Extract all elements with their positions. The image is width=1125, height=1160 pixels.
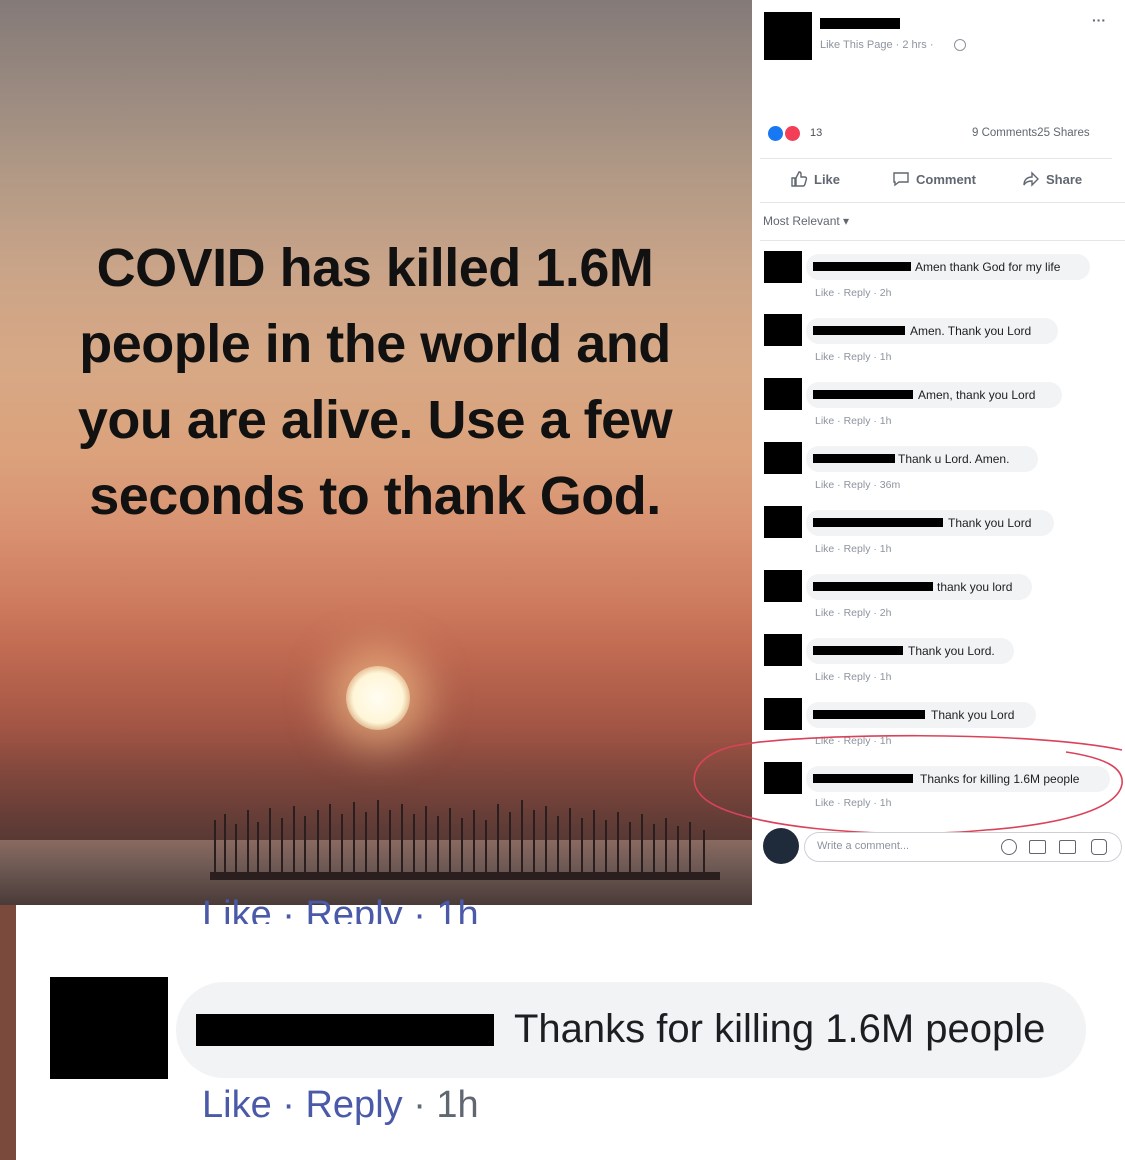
comment-composer[interactable]: Write a comment...	[804, 832, 1122, 862]
commenter-avatar[interactable]	[764, 251, 802, 283]
commenter-avatar[interactable]	[764, 634, 802, 666]
thumbs-up-icon	[791, 171, 808, 187]
more-options-button[interactable]: ···	[1092, 12, 1106, 28]
share-label: Share	[1046, 171, 1083, 187]
love-reaction-icon	[784, 125, 801, 142]
comment-text: Thank you Lord	[948, 516, 1032, 530]
zoomed-commenter-name-redacted	[196, 1014, 494, 1046]
sticker-icon[interactable]	[1091, 839, 1107, 855]
comment-actions[interactable]: Like · Reply · 1h	[815, 671, 891, 683]
gif-icon[interactable]	[1059, 840, 1076, 854]
commenter-name-redacted	[813, 646, 903, 655]
zoomed-prev-comment-actions[interactable]: Like · Reply · 1h	[202, 894, 479, 924]
comment-text: Thank you Lord	[931, 708, 1015, 722]
zoomed-like-reply-links[interactable]: Like · Reply	[202, 1084, 403, 1126]
pier-silhouette	[210, 800, 720, 880]
comment-text: Amen, thank you Lord	[918, 388, 1036, 402]
comment-text: Thank u Lord. Amen.	[898, 452, 1010, 466]
commenter-name-redacted	[813, 582, 933, 591]
composer-placeholder: Write a comment...	[817, 840, 910, 852]
comment-actions[interactable]: Like · Reply · 1h	[815, 415, 891, 427]
globe-icon	[954, 39, 966, 51]
commenter-avatar[interactable]	[764, 698, 802, 730]
highlight-circle	[693, 734, 1123, 835]
comment-actions[interactable]: Like · Reply · 1h	[815, 543, 891, 555]
divider-sort	[760, 240, 1125, 241]
like-reaction-icon	[767, 125, 784, 142]
page-name-redacted	[820, 18, 900, 29]
divider-top	[760, 158, 1112, 159]
commenter-avatar[interactable]	[764, 506, 802, 538]
comment-text: Thank you Lord.	[908, 644, 995, 658]
like-button[interactable]: Like	[790, 170, 840, 188]
comment-bubble-icon	[893, 172, 909, 187]
commenter-avatar[interactable]	[764, 442, 802, 474]
comment-button[interactable]: Comment	[892, 170, 976, 188]
like-label: Like	[814, 171, 841, 187]
user-avatar[interactable]	[763, 828, 799, 864]
divider-actions	[760, 202, 1125, 203]
zoomed-comment-actions[interactable]: Like · Reply · 1h	[202, 1084, 479, 1127]
sun	[346, 666, 410, 730]
share-button[interactable]: Share	[1022, 170, 1082, 188]
post-meta: Like This Page · 2 hrs ·	[820, 39, 934, 51]
commenter-name-redacted	[813, 262, 911, 271]
share-arrow-icon	[1023, 171, 1039, 187]
commenter-name-redacted	[813, 326, 905, 335]
page-avatar[interactable]	[764, 12, 812, 60]
zoomed-comment-text: Thanks for killing 1.6M people	[514, 1007, 1046, 1051]
commenter-avatar[interactable]	[764, 570, 802, 602]
commenter-avatar[interactable]	[764, 378, 802, 410]
camera-icon[interactable]	[1029, 840, 1046, 854]
comment-actions[interactable]: Like · Reply · 2h	[815, 607, 891, 619]
comment-text: thank you lord	[937, 580, 1013, 594]
comment-text: Amen thank God for my life	[915, 260, 1061, 274]
comment-actions[interactable]: Like · Reply · 36m	[815, 479, 900, 491]
post-image: COVID has killed 1.6M people in the worl…	[0, 0, 752, 905]
emoji-icon[interactable]	[1001, 839, 1017, 855]
comment-actions[interactable]: Like · Reply · 2h	[815, 287, 891, 299]
zoomed-comment-time: · 1h	[402, 1084, 479, 1126]
commenter-name-redacted	[813, 390, 913, 399]
commenter-name-redacted	[813, 710, 925, 719]
commenter-name-redacted	[813, 518, 943, 527]
comment-text: Amen. Thank you Lord	[910, 324, 1032, 338]
comments-shares-count[interactable]: 9 Comments25 Shares	[972, 127, 1090, 139]
comment-label: Comment	[916, 171, 976, 187]
commenter-avatar[interactable]	[764, 314, 802, 346]
reaction-count[interactable]: 13	[810, 127, 822, 139]
headline-text: COVID has killed 1.6M people in the worl…	[77, 238, 673, 526]
comment-sort-dropdown[interactable]: Most Relevant ▾	[763, 214, 849, 228]
zoomed-commenter-avatar	[50, 977, 168, 1079]
commenter-name-redacted	[813, 454, 895, 463]
comment-actions[interactable]: Like · Reply · 1h	[815, 351, 891, 363]
